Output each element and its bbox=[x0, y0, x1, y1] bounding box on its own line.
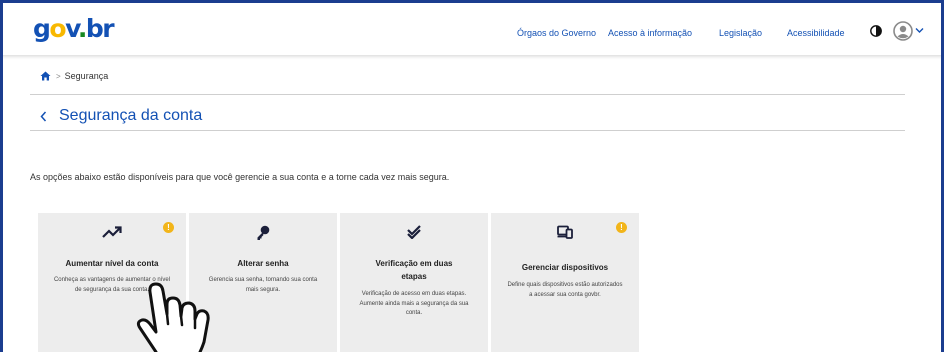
nav-link-acessibilidade[interactable]: Acessibilidade bbox=[787, 28, 845, 38]
govbr-logo[interactable]: gov.br bbox=[33, 16, 115, 41]
page-description: As opções abaixo estão disponíveis para … bbox=[30, 172, 450, 182]
chevron-down-icon[interactable] bbox=[915, 27, 924, 34]
nav-link-orgaos[interactable]: Órgaos do Governo bbox=[517, 28, 596, 38]
top-header: gov.br Órgaos do Governo Acesso à inform… bbox=[0, 0, 944, 55]
hand-pointer-icon bbox=[136, 282, 210, 352]
nav-link-acesso-informacao[interactable]: Acesso à informação bbox=[608, 28, 692, 38]
card-description: Gerencia sua senha, tornando sua conta m… bbox=[208, 277, 318, 293]
warning-badge: ! bbox=[616, 222, 627, 233]
breadcrumb: > Segurança bbox=[40, 70, 108, 82]
trending-up-icon bbox=[102, 226, 122, 238]
card-title: Aumentar nível da conta bbox=[65, 259, 159, 268]
contrast-icon[interactable] bbox=[870, 25, 882, 37]
card-description: Define quais dispositivos estão autoriza… bbox=[507, 282, 623, 298]
warning-badge: ! bbox=[163, 222, 174, 233]
divider bbox=[30, 94, 905, 95]
card-title: Verificação em duas etapas bbox=[375, 259, 453, 281]
nav-link-legislacao[interactable]: Legislação bbox=[719, 28, 762, 38]
card-gerenciar-dispositivos[interactable]: ! Gerenciar dispositivos Define quais di… bbox=[491, 213, 639, 352]
home-icon[interactable] bbox=[40, 71, 51, 81]
page-title-row: Segurança da conta bbox=[40, 106, 202, 126]
title-divider bbox=[30, 130, 905, 131]
key-icon bbox=[257, 225, 270, 240]
card-title: Gerenciar dispositivos bbox=[521, 263, 609, 272]
breadcrumb-separator: > bbox=[56, 71, 61, 81]
devices-icon bbox=[557, 225, 573, 239]
card-description: Verificação de acesso em duas etapas. Au… bbox=[359, 291, 469, 316]
card-title: Alterar senha bbox=[237, 259, 289, 268]
chevron-left-icon[interactable] bbox=[40, 111, 47, 122]
breadcrumb-current: Segurança bbox=[64, 71, 109, 81]
page-title: Segurança da conta bbox=[59, 107, 203, 124]
double-check-icon bbox=[407, 225, 421, 239]
card-verificacao-duas-etapas[interactable]: Verificação em duas etapas Verificação d… bbox=[340, 213, 488, 352]
user-avatar-icon[interactable] bbox=[893, 21, 913, 41]
